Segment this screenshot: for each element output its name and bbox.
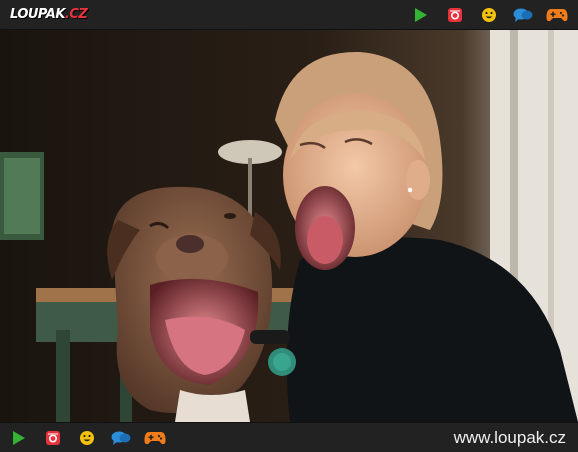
smiley-icon[interactable] [478,4,500,26]
site-url-link[interactable]: www.loupak.cz [454,428,566,448]
play-icon[interactable] [8,427,30,449]
instagram-icon[interactable] [42,427,64,449]
top-nav-icons [410,4,568,26]
bottom-nav-icons [8,427,166,449]
smiley-icon[interactable] [76,427,98,449]
site-logo[interactable]: LOUPAK.CZ [10,7,88,22]
logo-suffix: .CZ [64,7,88,22]
bottom-bar: www.loupak.cz [0,422,578,452]
top-bar: LOUPAK.CZ [0,0,578,30]
instagram-icon[interactable] [444,4,466,26]
chat-bubbles-icon[interactable] [110,427,132,449]
logo-text: LOUPAK [10,7,65,22]
gamepad-icon[interactable] [546,4,568,26]
photo-dog-and-woman-yawning [0,30,578,422]
photo-illustration [0,30,578,422]
gamepad-icon[interactable] [144,427,166,449]
chat-bubbles-icon[interactable] [512,4,534,26]
play-icon[interactable] [410,4,432,26]
